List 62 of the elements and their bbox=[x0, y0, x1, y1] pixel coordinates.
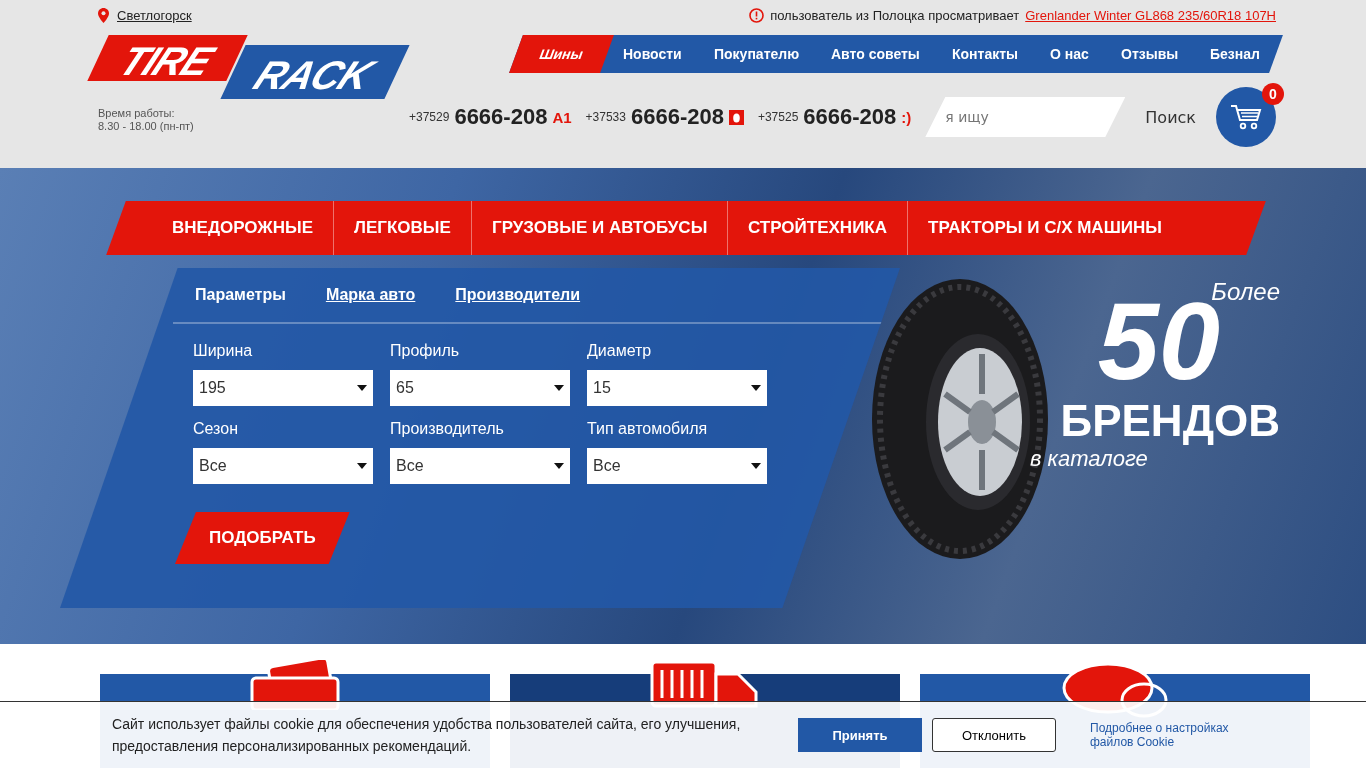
category-tab[interactable]: ВНЕДОРОЖНЫЕ bbox=[116, 201, 333, 255]
field-label: Профиль bbox=[390, 342, 461, 360]
filter-tab[interactable]: Производители bbox=[455, 286, 581, 322]
phone-code: +37529 bbox=[409, 110, 450, 124]
field-label: Ширина bbox=[193, 342, 254, 360]
phone-code: +37525 bbox=[757, 110, 799, 124]
promo-subtitle: в каталоге bbox=[1030, 446, 1148, 472]
working-hours: 8.30 - 18.00 (пн-пт) bbox=[98, 120, 195, 133]
field-label: Тип автомобиля bbox=[587, 420, 709, 438]
nav-item[interactable]: Безнал bbox=[1194, 35, 1276, 73]
promo-title: БРЕНДОВ bbox=[1060, 396, 1280, 446]
pick-button[interactable]: ПОДОБРАТЬ bbox=[175, 512, 350, 564]
logo-word: RACK bbox=[220, 45, 410, 99]
select-field[interactable]: 65 bbox=[390, 370, 570, 406]
decline-button[interactable]: Отклонить bbox=[932, 718, 1056, 752]
phone-number: 6666-208 bbox=[803, 104, 897, 130]
cart-count-badge: 0 bbox=[1262, 83, 1284, 105]
cookie-notice: Сайт использует файлы cookie для обеспечения удобства пользователей сайта, его улучшения, предоставления персонализированных рекомендаций. bbox=[112, 715, 742, 756]
nav-item[interactable]: Отзывы bbox=[1104, 35, 1195, 73]
category-tab[interactable]: СТРОЙТЕХНИКА bbox=[727, 201, 908, 255]
dropdown-caret-icon bbox=[554, 463, 564, 469]
operator-logo: :) bbox=[901, 108, 912, 126]
cookie-settings-link[interactable]: Подробнее о настройках файлов Cookie bbox=[1090, 721, 1260, 749]
phone-number: 6666-208 bbox=[454, 104, 548, 130]
filter-tab[interactable]: Параметры bbox=[195, 286, 286, 322]
product-link[interactable]: Grenlander Winter GL868 235/60R18 107H bbox=[1025, 8, 1276, 23]
search-button[interactable]: Поиск bbox=[1131, 107, 1210, 127]
nav-item[interactable]: Шины bbox=[509, 35, 615, 73]
nav-item[interactable]: Контакты bbox=[936, 35, 1034, 73]
search-field[interactable]: я ищу bbox=[925, 97, 1126, 137]
select-field[interactable]: 195 bbox=[193, 370, 373, 406]
select-field[interactable]: Все bbox=[587, 448, 767, 484]
select-field[interactable]: 15 bbox=[587, 370, 767, 406]
select-field[interactable]: Все bbox=[390, 448, 570, 484]
field-label: Диаметр bbox=[587, 342, 653, 360]
dropdown-caret-icon bbox=[751, 463, 761, 469]
location-pin-icon bbox=[98, 8, 109, 23]
dropdown-caret-icon bbox=[554, 385, 564, 391]
filter-tab[interactable]: Марка авто bbox=[325, 286, 416, 322]
phone-code: +37533 bbox=[585, 110, 626, 124]
category-tab[interactable]: ЛЕГКОВЫЕ bbox=[332, 201, 471, 255]
city-link[interactable]: Светлогорск bbox=[117, 8, 192, 23]
category-tab[interactable]: ГРУЗОВЫЕ И АВТОБУСЫ bbox=[470, 201, 727, 255]
cart-button[interactable] bbox=[1216, 87, 1276, 147]
select-field[interactable]: Все bbox=[193, 448, 373, 484]
phone-number: 6666-208 bbox=[630, 104, 724, 130]
operator-egg-icon bbox=[728, 109, 744, 125]
accept-button[interactable]: Принять bbox=[798, 718, 922, 752]
nav-item[interactable]: Покупателю bbox=[698, 35, 816, 73]
dropdown-caret-icon bbox=[357, 463, 367, 469]
category-tab[interactable]: ТРАКТОРЫ И С/Х МАШИНЫ bbox=[907, 201, 1182, 255]
cart-icon bbox=[1230, 103, 1262, 131]
field-label: Производитель bbox=[390, 420, 505, 438]
info-icon bbox=[749, 8, 765, 23]
nav-item[interactable]: О нас bbox=[1034, 35, 1105, 73]
dropdown-caret-icon bbox=[357, 385, 367, 391]
viewer-notice: пользователь из Полоцка просматривает bbox=[770, 8, 1020, 23]
nav-item[interactable]: Авто советы bbox=[815, 35, 936, 73]
field-label: Сезон bbox=[193, 420, 239, 438]
working-hours-label: Время работы: bbox=[98, 107, 176, 120]
dropdown-caret-icon bbox=[751, 385, 761, 391]
operator-logo: A1 bbox=[552, 108, 572, 126]
